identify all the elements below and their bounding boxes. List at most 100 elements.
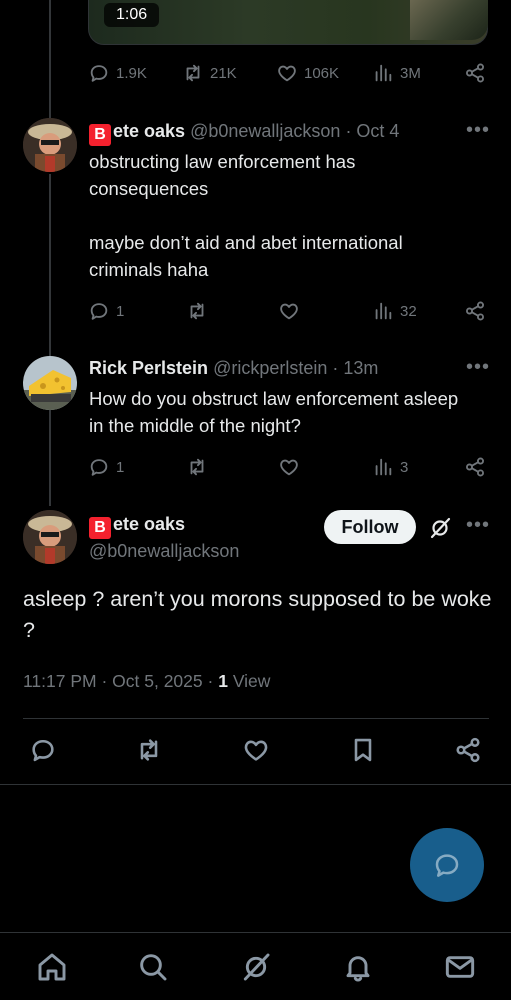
views-button[interactable]: 3 xyxy=(372,456,408,478)
reply-button[interactable]: 1 xyxy=(88,456,124,478)
share-icon xyxy=(464,300,486,322)
divider xyxy=(23,718,489,719)
reply-icon xyxy=(29,736,57,764)
thread-line xyxy=(49,0,51,118)
reply-count: 1.9K xyxy=(116,64,147,82)
display-name: ete oaks xyxy=(113,514,186,534)
like-icon xyxy=(278,456,300,478)
top-post-actions: 1.9K 21K 106K 3M xyxy=(88,62,490,88)
share-button[interactable] xyxy=(464,62,486,84)
views-icon xyxy=(372,456,394,478)
views-icon xyxy=(372,300,394,322)
reply-button[interactable]: 1 xyxy=(88,300,124,322)
post-paragraph: maybe don’t aid and abet international c… xyxy=(89,232,403,280)
reply1-header: Bete oaks @b0newalljackson · Oct 4 xyxy=(89,121,399,146)
reply-icon xyxy=(88,62,110,84)
views-count: 3M xyxy=(400,64,421,82)
view-count: 1 xyxy=(218,671,228,691)
like-icon xyxy=(242,736,270,764)
handle[interactable]: @b0newalljackson xyxy=(190,121,340,141)
like-button[interactable] xyxy=(242,736,270,764)
avatar-image xyxy=(23,118,77,172)
more-options-button[interactable]: ••• xyxy=(466,119,490,142)
repost-count: 21K xyxy=(210,64,237,82)
views-count: 32 xyxy=(400,302,417,320)
handle[interactable]: @rickperlstein xyxy=(213,358,327,378)
handle[interactable]: @b0newalljackson xyxy=(89,541,239,562)
display-name[interactable]: Rick Perlstein xyxy=(89,358,208,378)
repost-icon xyxy=(186,300,208,322)
views-button[interactable]: 32 xyxy=(372,300,417,322)
post-date[interactable]: · Oct 4 xyxy=(345,121,399,141)
share-icon xyxy=(464,62,486,84)
thread-line xyxy=(49,410,51,506)
post-paragraph: obstructing law enforcement has conseque… xyxy=(89,151,356,199)
like-button[interactable] xyxy=(278,300,300,322)
avatar[interactable] xyxy=(23,510,77,564)
share-button[interactable] xyxy=(464,300,486,322)
avatar[interactable] xyxy=(23,118,77,172)
name-badge: B xyxy=(89,124,111,146)
nav-notifications[interactable] xyxy=(342,951,374,983)
reply-compose-icon xyxy=(432,850,462,880)
main-post-actions xyxy=(23,736,493,766)
thread-line xyxy=(49,174,51,356)
like-count: 106K xyxy=(304,64,340,82)
more-options-button[interactable]: ••• xyxy=(466,356,490,379)
grok-button[interactable] xyxy=(428,516,452,540)
share-icon xyxy=(454,736,482,764)
nav-grok[interactable] xyxy=(240,951,272,983)
reply-icon xyxy=(88,300,110,322)
like-button[interactable] xyxy=(278,456,300,478)
share-button[interactable] xyxy=(464,456,486,478)
repost-button[interactable] xyxy=(186,300,208,322)
repost-icon xyxy=(182,62,204,84)
post-timestamp[interactable]: 11:17 PM · Oct 5, 2025 · xyxy=(23,671,213,691)
post-text: obstructing law enforcement has conseque… xyxy=(89,148,459,283)
nav-home[interactable] xyxy=(36,951,68,983)
share-icon xyxy=(464,456,486,478)
views-count: 3 xyxy=(400,458,409,476)
reply2-header: Rick Perlstein @rickperlstein · 13m xyxy=(89,358,378,379)
repost-button[interactable] xyxy=(186,456,208,478)
main-author-name[interactable]: Bete oaks xyxy=(89,514,185,539)
video-duration: 1:06 xyxy=(104,3,160,27)
bottom-navigation xyxy=(0,932,511,1000)
main-post-text: asleep ? aren’t you morons supposed to b… xyxy=(23,587,492,642)
like-button[interactable]: 106K xyxy=(276,62,339,84)
repost-icon xyxy=(135,736,163,764)
follow-button[interactable]: Follow xyxy=(324,510,416,544)
bell-icon xyxy=(342,951,374,983)
views-icon xyxy=(372,62,394,84)
divider xyxy=(0,784,511,785)
reply-button[interactable]: 1.9K xyxy=(88,62,147,84)
nav-messages[interactable] xyxy=(444,951,476,983)
repost-icon xyxy=(186,456,208,478)
avatar-image xyxy=(23,356,77,410)
reply1-actions: 1 32 xyxy=(88,300,490,326)
reply2-actions: 1 3 xyxy=(88,456,490,482)
post-meta: 11:17 PM · Oct 5, 2025 · 1 View xyxy=(23,671,270,692)
like-icon xyxy=(276,62,298,84)
video-frame xyxy=(410,0,488,40)
views-button[interactable]: 3M xyxy=(372,62,421,84)
more-options-button[interactable]: ••• xyxy=(466,514,490,537)
nav-search[interactable] xyxy=(137,951,169,983)
repost-button[interactable] xyxy=(135,736,163,764)
grok-icon xyxy=(240,951,272,983)
like-icon xyxy=(278,300,300,322)
share-button[interactable] xyxy=(454,736,482,764)
compose-reply-fab[interactable] xyxy=(410,828,484,902)
display-name[interactable]: ete oaks xyxy=(113,121,185,141)
reply-button[interactable] xyxy=(29,736,57,764)
reply-count: 1 xyxy=(116,302,125,320)
view-label: View xyxy=(232,671,271,691)
avatar[interactable] xyxy=(23,356,77,410)
mail-icon xyxy=(444,951,476,983)
repost-button[interactable]: 21K xyxy=(182,62,237,84)
avatar-image xyxy=(23,510,77,564)
post-time[interactable]: · 13m xyxy=(332,358,378,378)
search-icon xyxy=(137,951,169,983)
reply-count: 1 xyxy=(116,458,125,476)
bookmark-button[interactable] xyxy=(349,736,377,764)
